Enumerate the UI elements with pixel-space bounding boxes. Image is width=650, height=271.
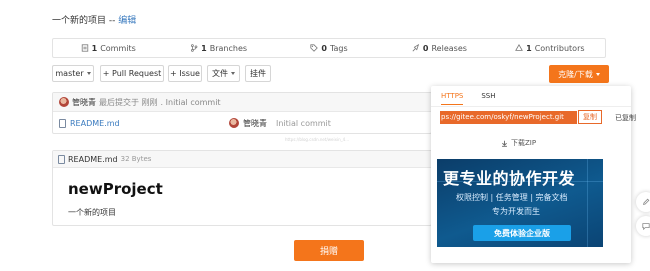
file-name-link[interactable]: README.md <box>70 119 120 128</box>
latest-commit-bar: 管晓青 最后提交于 刚刚 . Initial commit <box>53 93 431 112</box>
repo-name: 一个新的项目 <box>52 16 107 26</box>
commit-time: 最后提交于 刚刚 <box>99 97 158 107</box>
commit-message[interactable]: . Initial commit <box>161 98 221 107</box>
contributors-icon <box>515 44 523 51</box>
tab-https[interactable]: HTTPS <box>441 92 464 105</box>
download-icon <box>502 140 507 147</box>
chevron-down-icon <box>231 72 235 75</box>
download-zip-link[interactable]: 下载ZIP <box>501 138 536 148</box>
widget-button[interactable]: 挂件 <box>245 65 271 82</box>
contributors-count: 1 <box>526 43 532 53</box>
repo-title: 一个新的项目 -- 编辑 <box>52 13 136 26</box>
title-separator: -- <box>106 16 119 26</box>
tags-icon <box>310 44 319 52</box>
edit-link[interactable]: 编辑 <box>118 16 136 26</box>
stat-releases[interactable]: 0 Releases <box>384 39 494 57</box>
commits-label: Commits <box>100 43 136 53</box>
branch-name: master <box>55 69 84 78</box>
file-commit-message[interactable]: Initial commit <box>276 119 331 128</box>
banner-features: 权限控制 | 任务管理 | 完备文档 <box>456 193 568 202</box>
watermark-text: https://blog.csdn.net/weixin_4... <box>285 137 350 142</box>
tab-ssh[interactable]: SSH <box>481 92 495 105</box>
issue-button[interactable]: + Issue <box>168 65 202 82</box>
copied-tooltip: 已复制 <box>615 114 636 122</box>
file-menu-label: 文件 <box>212 69 228 78</box>
commit-panel: 管晓青 最后提交于 刚刚 . Initial commit README.md … <box>52 92 432 134</box>
chevron-down-icon <box>86 72 91 75</box>
edit-float-button[interactable] <box>636 192 650 212</box>
file-icon <box>58 154 65 164</box>
stat-commits[interactable]: 1 Commits <box>53 39 163 57</box>
file-commit-author: 管晓青 <box>229 118 267 129</box>
repo-stats-bar: 1 Commits 1 Branches 0 Tags 0 Releases 1… <box>52 38 606 58</box>
releases-icon <box>412 44 419 52</box>
releases-label: Releases <box>431 43 467 53</box>
divider <box>431 106 631 107</box>
readme-size: 32 Bytes <box>120 155 152 163</box>
stat-contributors[interactable]: 1 Contributors <box>495 39 605 57</box>
tags-count: 0 <box>321 43 327 53</box>
file-icon <box>59 118 66 128</box>
banner-decoration <box>587 159 588 247</box>
protocol-tabs: HTTPS SSH <box>441 92 496 105</box>
chat-float-button[interactable] <box>636 216 650 236</box>
branch-select[interactable]: master <box>52 65 94 82</box>
avatar <box>59 97 69 107</box>
readme-panel: README.md 32 Bytes newProject 一个新的项目 <box>52 150 432 226</box>
chat-icon <box>642 223 650 230</box>
clone-download-button[interactable]: 克隆/下载 <box>549 65 609 83</box>
clone-label: 克隆/下载 <box>558 69 593 79</box>
donate-button[interactable]: 捐赠 <box>294 240 364 261</box>
file-row: README.md 管晓青 Initial commit <box>53 112 431 133</box>
avatar <box>229 118 239 128</box>
chevron-down-icon <box>595 72 600 76</box>
stat-branches[interactable]: 1 Branches <box>163 39 273 57</box>
clone-dropdown: HTTPS SSH ps://gitee.com/oskyf/newProjec… <box>431 86 636 263</box>
contributors-label: Contributors <box>534 43 585 53</box>
file-author-name[interactable]: 管晓青 <box>243 118 267 129</box>
tags-label: Tags <box>329 43 348 53</box>
banner-headline: 更专业的协作开发 <box>443 169 576 188</box>
releases-count: 0 <box>422 43 429 53</box>
readme-header: README.md 32 Bytes <box>53 151 431 168</box>
commits-icon <box>81 44 88 52</box>
branches-icon <box>191 44 198 52</box>
stat-tags[interactable]: 0 Tags <box>274 39 384 57</box>
file-menu-button[interactable]: 文件 <box>207 65 240 82</box>
branches-label: Branches <box>209 43 248 53</box>
banner-tagline: 专为开发而生 <box>492 207 540 216</box>
edit-icon <box>643 198 650 205</box>
readme-heading: newProject <box>68 180 163 198</box>
branches-count: 1 <box>201 43 207 53</box>
commits-count: 1 <box>91 43 98 53</box>
readme-filename: README.md <box>68 154 118 164</box>
enterprise-banner[interactable]: 更专业的协作开发 权限控制 | 任务管理 | 完备文档 专为开发而生 免费体验企… <box>437 159 603 247</box>
readme-body: 一个新的项目 <box>68 208 116 217</box>
commit-author[interactable]: 管晓青 <box>72 97 96 108</box>
copy-button[interactable]: 复制 <box>578 110 602 124</box>
pull-request-button[interactable]: + Pull Request <box>100 65 164 82</box>
enterprise-trial-button[interactable]: 免费体验企业版 <box>473 225 571 241</box>
download-zip-label: 下载ZIP <box>511 139 537 147</box>
clone-url-input[interactable]: ps://gitee.com/oskyf/newProject.git <box>440 111 577 124</box>
